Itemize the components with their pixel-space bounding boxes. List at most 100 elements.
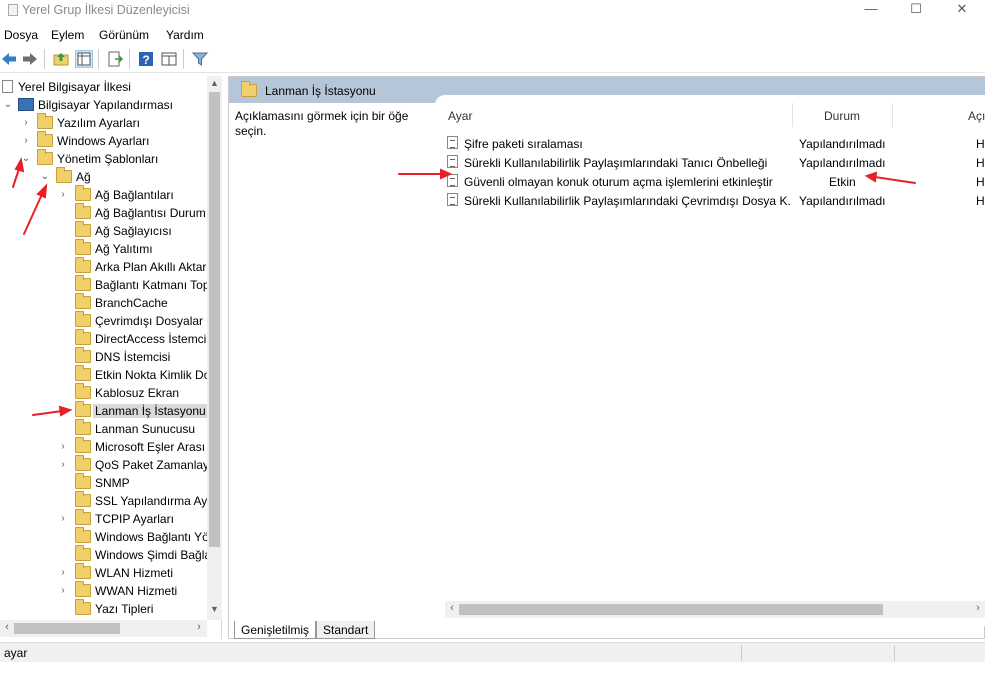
tree-item-software-settings[interactable]: › Yazılım Ayarları xyxy=(0,113,207,132)
forward-icon[interactable] xyxy=(21,50,39,68)
tree-item-child[interactable]: Ağ Sağlayıcısı xyxy=(0,221,207,240)
column-divider[interactable] xyxy=(892,103,893,127)
table-row[interactable]: Güvenli olmayan konuk oturum açma işleml… xyxy=(435,172,985,191)
tree-item-child[interactable]: Windows Şimdi Bağla xyxy=(0,545,211,564)
tree-item-child[interactable]: › TCPIP Ayarları xyxy=(0,509,207,528)
tab-extended[interactable]: Genişletilmiş xyxy=(234,621,317,639)
folder-icon xyxy=(75,239,91,255)
tree-item-child[interactable]: › Microsoft Eşler Arası xyxy=(0,437,207,456)
folder-icon xyxy=(75,329,91,345)
tree-horizontal-scrollbar[interactable]: ‹ › xyxy=(0,620,207,637)
table-row[interactable]: Şifre paketi sıralaması Yapılandırılmadı H xyxy=(435,134,985,153)
tree-vertical-scrollbar[interactable]: ▲ ▼ xyxy=(207,76,222,620)
tree-pane[interactable]: Yerel Bilgisayar İlkesi ⌄ Bilgisayar Yap… xyxy=(0,76,222,639)
menu-file[interactable]: Dosya xyxy=(4,28,38,42)
chevron-right-icon[interactable]: › xyxy=(57,564,69,582)
tree-item-child[interactable]: SNMP xyxy=(0,473,207,492)
chevron-right-icon[interactable]: › xyxy=(57,456,69,474)
tree-item-child[interactable]: › WLAN Hizmeti xyxy=(0,563,207,582)
column-header-comment[interactable]: Açı xyxy=(968,109,985,123)
scroll-right-icon[interactable]: › xyxy=(192,621,206,633)
chevron-right-icon[interactable]: › xyxy=(57,510,69,528)
tree-item-computer-config[interactable]: ⌄ Bilgisayar Yapılandırması xyxy=(0,96,207,114)
tree-item-child[interactable]: Lanman İş İstasyonu xyxy=(0,401,208,420)
tree-item-label: Windows Bağlantı Yö xyxy=(95,530,209,544)
tab-standard[interactable]: Standart xyxy=(316,621,376,639)
folder-icon xyxy=(75,491,91,507)
tree-item-child[interactable]: Kablosuz Ekran xyxy=(0,383,207,402)
close-button[interactable]: ✕ xyxy=(939,0,985,20)
extended-view-icon[interactable] xyxy=(160,50,178,68)
setting-state: Etkin xyxy=(829,175,856,189)
table-row[interactable]: Sürekli Kullanılabilirlik Paylaşımlarınd… xyxy=(435,191,985,210)
setting-comment: H xyxy=(976,137,985,151)
chevron-down-icon[interactable]: ⌄ xyxy=(20,150,32,168)
settings-list[interactable]: Ayar Durum Açı Şifre paketi sıralaması Ya… xyxy=(435,95,985,626)
tree-item-child[interactable]: DirectAccess İstemci xyxy=(0,329,207,348)
tree-item-network[interactable]: ⌄ Ağ xyxy=(0,167,207,186)
tree-item-child[interactable]: Windows Bağlantı Yö xyxy=(0,527,209,546)
export-list-icon[interactable] xyxy=(106,50,124,68)
tree-item-child[interactable]: SSL Yapılandırma Aya xyxy=(0,491,214,510)
scroll-down-icon[interactable]: ▼ xyxy=(207,604,222,618)
help-icon[interactable]: ? xyxy=(137,50,155,68)
scroll-thumb[interactable] xyxy=(209,92,220,547)
folder-icon xyxy=(75,473,91,489)
table-row[interactable]: Sürekli Kullanılabilirlik Paylaşımlarınd… xyxy=(435,153,985,172)
tree-item-child[interactable]: › QoS Paket Zamanlayı xyxy=(0,455,212,474)
tree-item-child[interactable]: Yazı Tipleri xyxy=(0,599,207,618)
tree-item-child[interactable]: Çevrimdışı Dosyalar xyxy=(0,311,207,330)
menu-view[interactable]: Görünüm xyxy=(99,28,149,42)
tree-item-child[interactable]: Ağ Yalıtımı xyxy=(0,239,207,258)
column-divider[interactable] xyxy=(792,103,793,127)
tree-item-label: Etkin Nokta Kimlik Do xyxy=(95,368,211,382)
tree-item-label: Bağlantı Katmanı Top xyxy=(95,278,210,292)
chevron-right-icon[interactable]: › xyxy=(57,582,69,600)
toolbar: ? xyxy=(0,46,985,73)
filter-icon[interactable] xyxy=(191,50,209,68)
tree-item-label: TCPIP Ayarları xyxy=(95,512,174,526)
up-folder-icon[interactable] xyxy=(52,50,70,68)
chevron-down-icon[interactable]: ⌄ xyxy=(2,96,14,114)
scroll-thumb[interactable] xyxy=(14,623,120,634)
chevron-right-icon[interactable]: › xyxy=(57,186,69,204)
tree-item-windows-settings[interactable]: › Windows Ayarları xyxy=(0,131,207,150)
back-icon[interactable] xyxy=(0,50,18,68)
folder-icon xyxy=(75,203,91,219)
tree-item-child[interactable]: Etkin Nokta Kimlik Do xyxy=(0,365,211,384)
show-hide-tree-icon[interactable] xyxy=(75,50,93,68)
maximize-button[interactable]: ☐ xyxy=(893,0,939,20)
scroll-up-icon[interactable]: ▲ xyxy=(207,78,222,92)
computer-icon xyxy=(18,98,34,111)
chevron-down-icon[interactable]: ⌄ xyxy=(39,168,51,186)
menu-action[interactable]: Eylem xyxy=(51,28,84,42)
tree-item-child[interactable]: BranchCache xyxy=(0,293,207,312)
tree-item-child[interactable]: Lanman Sunucusu xyxy=(0,419,207,438)
status-divider xyxy=(741,645,742,661)
setting-comment: H xyxy=(976,194,985,208)
tree-item-child[interactable]: Bağlantı Katmanı Top xyxy=(0,275,210,294)
column-header-state[interactable]: Durum xyxy=(824,109,860,123)
chevron-right-icon[interactable]: › xyxy=(20,132,32,150)
tree-item-child[interactable]: Ağ Bağlantısı Durum xyxy=(0,203,207,222)
tree-item-child[interactable]: › WWAN Hizmeti xyxy=(0,581,207,600)
chevron-right-icon[interactable]: › xyxy=(20,114,32,132)
scroll-thumb[interactable] xyxy=(459,604,883,615)
tree-item-root[interactable]: Yerel Bilgisayar İlkesi xyxy=(0,78,207,96)
menu-help[interactable]: Yardım xyxy=(166,28,204,42)
chevron-right-icon[interactable]: › xyxy=(57,438,69,456)
minimize-button[interactable]: — xyxy=(848,0,894,20)
tree-item-label: Lanman Sunucusu xyxy=(95,422,196,436)
column-header-setting[interactable]: Ayar xyxy=(448,109,472,123)
tree-item-admin-templates[interactable]: ⌄ Yönetim Şablonları xyxy=(0,149,207,168)
scroll-left-icon[interactable]: ‹ xyxy=(0,621,14,633)
tree-item-child[interactable]: Arka Plan Akıllı Aktar xyxy=(0,257,207,276)
tree-item-label: DirectAccess İstemci xyxy=(95,332,207,346)
scroll-left-icon[interactable]: ‹ xyxy=(445,602,459,614)
tree-item-child[interactable]: › Ağ Bağlantıları xyxy=(0,185,207,204)
folder-icon xyxy=(75,383,91,399)
list-horizontal-scrollbar[interactable]: ‹ › xyxy=(445,601,985,618)
scroll-right-icon[interactable]: › xyxy=(971,602,985,614)
tree-item-child[interactable]: DNS İstemcisi xyxy=(0,347,207,366)
policy-setting-icon xyxy=(447,155,458,168)
